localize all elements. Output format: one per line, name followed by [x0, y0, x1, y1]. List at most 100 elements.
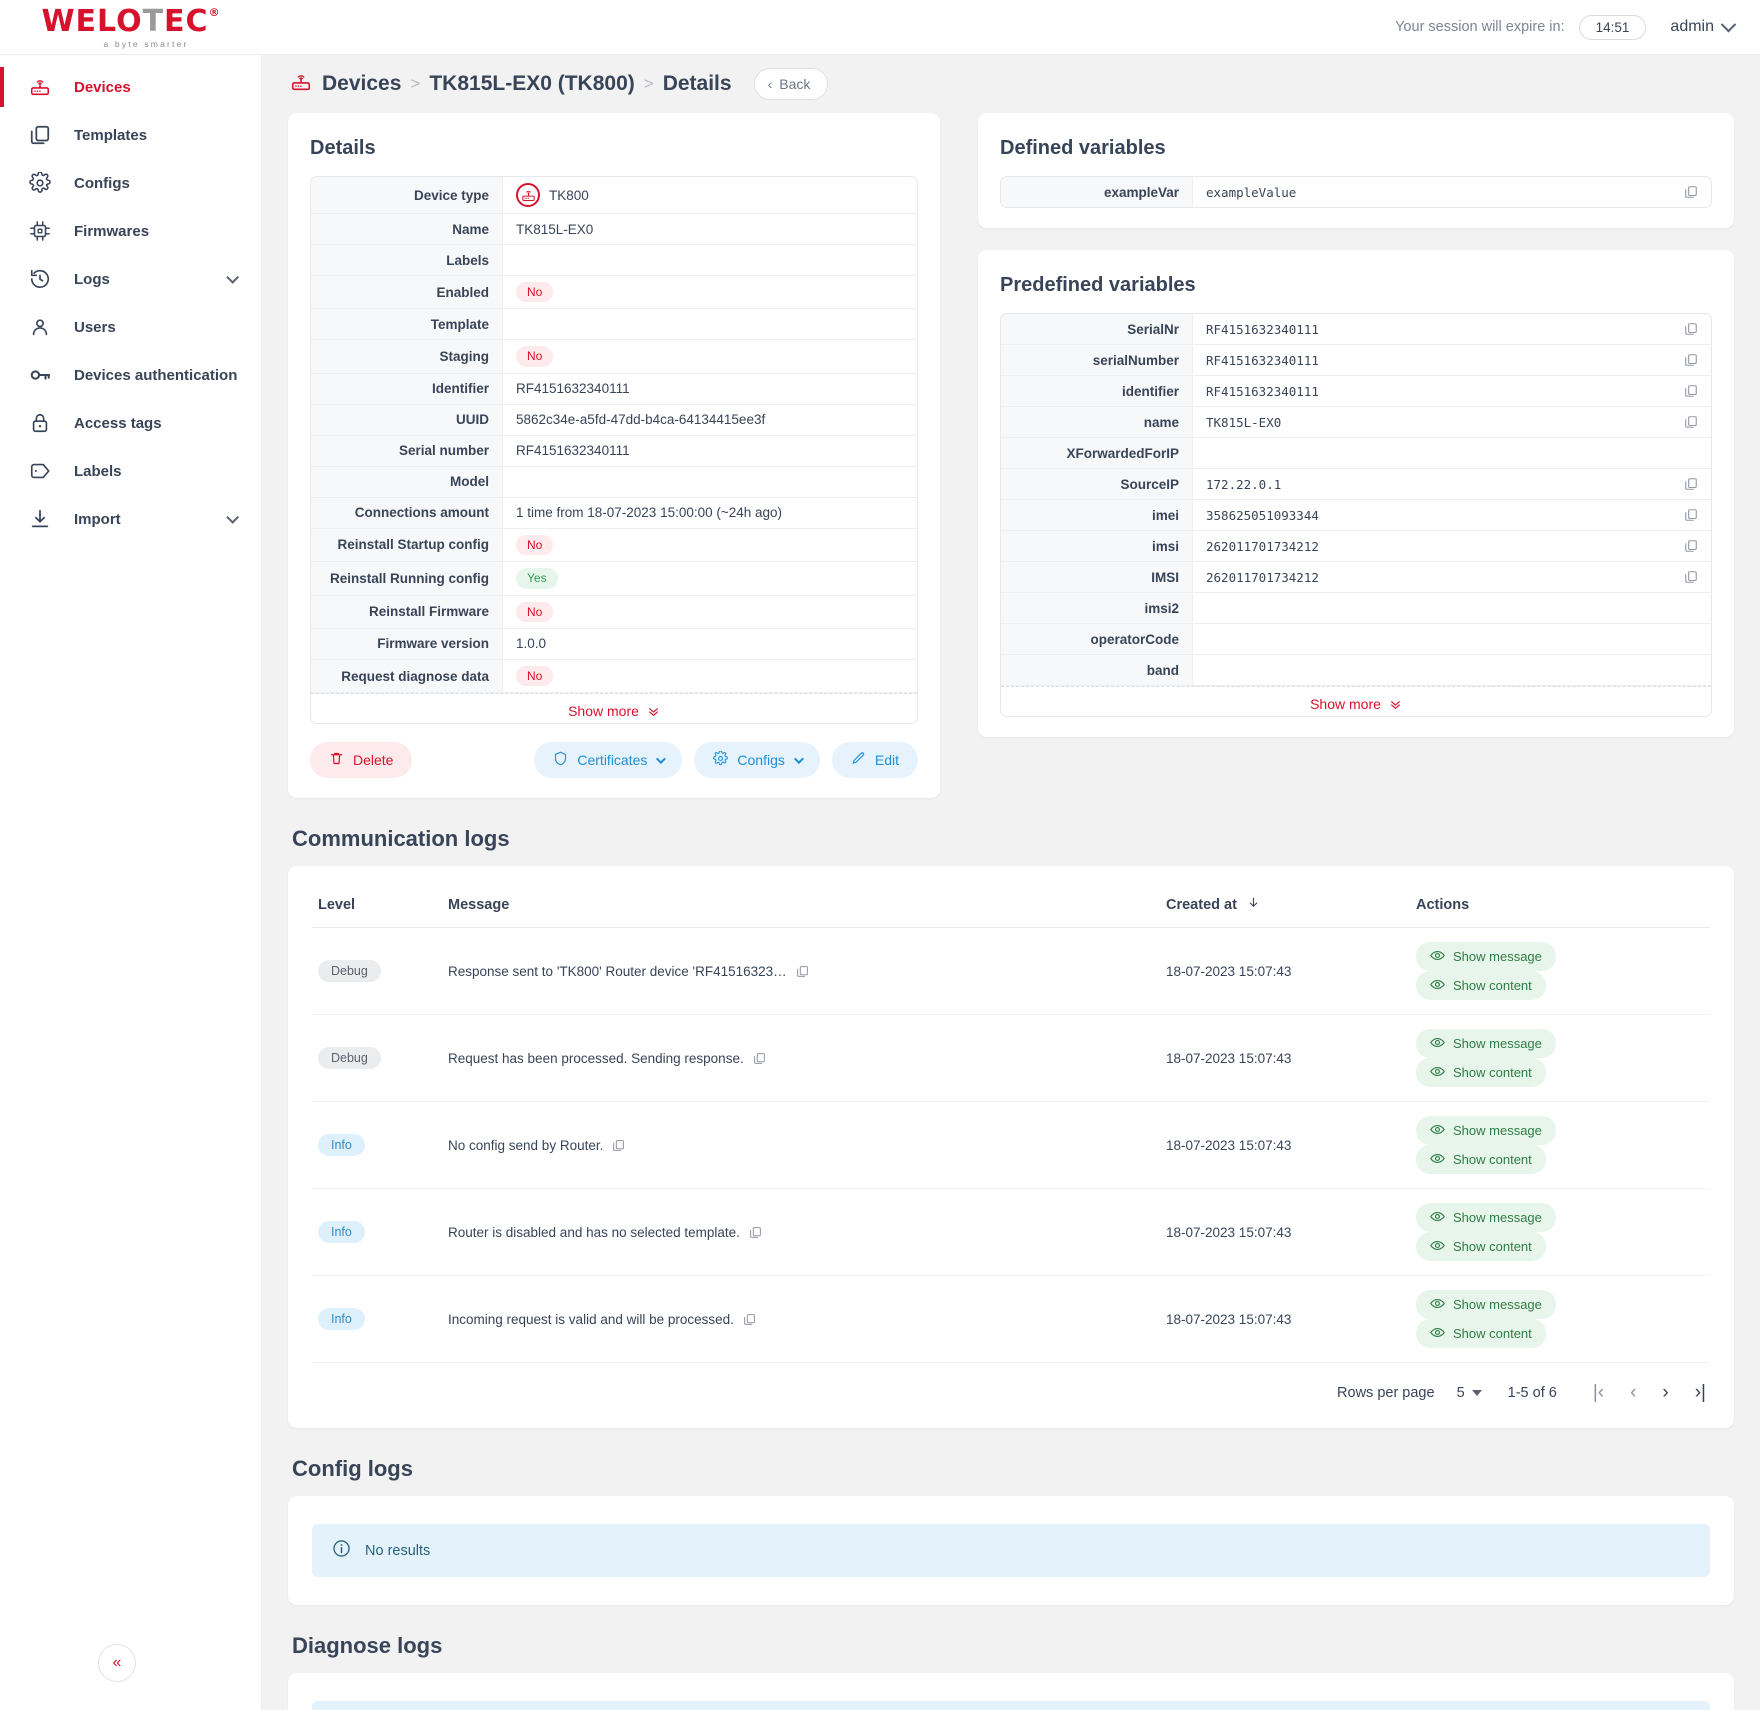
config-logs-empty-state: No results — [312, 1524, 1710, 1578]
edit-button[interactable]: Edit — [831, 742, 918, 779]
copy-icon[interactable] — [753, 1052, 766, 1065]
copy-icon[interactable] — [1684, 384, 1698, 398]
predefined-variables-card: Predefined variables SerialNr RF41516323… — [978, 250, 1734, 737]
table-row: name TK815L-EX0 — [1001, 407, 1711, 438]
prev-page-button[interactable]: ‹ — [1630, 1383, 1636, 1402]
user-menu[interactable]: admin — [1670, 16, 1737, 36]
row-key: Request diagnose data — [311, 659, 503, 693]
sidebar-item-access-tags[interactable]: Access tags — [0, 399, 261, 447]
copy-icon[interactable] — [796, 965, 809, 978]
row-value: RF4151632340111 — [516, 443, 630, 459]
sidebar-item-devices[interactable]: Devices — [0, 63, 261, 111]
show-message-button[interactable]: Show message — [1416, 1116, 1556, 1146]
log-actions-cell: Show message Show content — [1410, 927, 1710, 1016]
sidebar-item-devices-authentication[interactable]: Devices authentication — [0, 351, 261, 399]
copy-icon[interactable] — [749, 1226, 762, 1239]
show-content-button[interactable]: Show content — [1416, 1145, 1546, 1175]
table-row: XForwardedForIP — [1001, 438, 1711, 469]
copy-icon[interactable] — [1684, 570, 1698, 584]
eye-icon — [1430, 1123, 1445, 1138]
table-row: Info Router is disabled and has no selec… — [312, 1188, 1710, 1277]
details-card: Details Device type TK800 Name TK815L-EX… — [288, 113, 940, 799]
sidebar-item-labels[interactable]: Labels — [0, 447, 261, 495]
predefined-variables-show-more-button[interactable]: Show more — [1001, 686, 1711, 716]
log-message-text: Incoming request is valid and will be pr… — [448, 1311, 734, 1327]
empty-state-label: No results — [365, 1542, 431, 1559]
row-key: serialNumber — [1001, 345, 1193, 375]
certificates-button[interactable]: Certificates — [534, 742, 683, 779]
row-value: TK815L-EX0 — [516, 221, 594, 237]
status-badge: No — [516, 282, 554, 303]
sidebar-item-templates[interactable]: Templates — [0, 111, 261, 159]
tag-icon — [28, 459, 52, 483]
show-content-button[interactable]: Show content — [1416, 1058, 1546, 1088]
column-header-level: Level — [312, 888, 442, 929]
show-content-label: Show content — [1453, 978, 1532, 994]
row-key: imsi2 — [1001, 593, 1193, 623]
copy-icon[interactable] — [1684, 508, 1698, 522]
chevron-down-icon — [1720, 16, 1737, 32]
show-content-button[interactable]: Show content — [1416, 1319, 1546, 1349]
variable-value: 262011701734212 — [1206, 569, 1319, 585]
copy-icon[interactable] — [1684, 353, 1698, 367]
predefined-variables-title: Predefined variables — [1000, 274, 1196, 296]
show-message-label: Show message — [1453, 1297, 1542, 1313]
configs-button[interactable]: Configs — [694, 742, 820, 779]
predefined-variables-table: SerialNr RF4151632340111 serialNumber RF… — [1000, 313, 1712, 717]
sidebar-item-users[interactable]: Users — [0, 303, 261, 351]
breadcrumb-root[interactable]: Devices — [322, 72, 401, 96]
table-row: Info Incoming request is valid and will … — [312, 1275, 1710, 1364]
row-key: name — [1001, 407, 1193, 437]
table-row: Name TK815L-EX0 — [311, 214, 917, 245]
table-row: Staging No — [311, 340, 917, 374]
sidebar-item-firmwares[interactable]: Firmwares — [0, 207, 261, 255]
row-key: Connections amount — [311, 497, 503, 528]
pencil-icon — [851, 751, 866, 769]
log-actions-cell: Show message Show content — [1410, 1101, 1710, 1190]
back-button[interactable]: ‹ Back — [753, 68, 829, 100]
level-badge: Debug — [318, 1047, 381, 1070]
first-page-button[interactable]: |‹ — [1593, 1383, 1604, 1402]
show-message-button[interactable]: Show message — [1416, 942, 1556, 972]
row-value: RF4151632340111 — [516, 381, 630, 397]
shield-icon — [553, 751, 568, 769]
show-message-button[interactable]: Show message — [1416, 1203, 1556, 1233]
next-page-button[interactable]: › — [1662, 1383, 1668, 1402]
chevron-left-icon: ‹ — [767, 76, 773, 92]
variable-value: exampleValue — [1206, 184, 1297, 200]
copy-icon[interactable] — [1684, 539, 1698, 553]
variable-value: RF4151632340111 — [1206, 321, 1319, 337]
rows-per-page-select[interactable]: 5 — [1457, 1385, 1482, 1401]
copy-icon[interactable] — [1684, 477, 1698, 491]
copy-icon[interactable] — [612, 1139, 625, 1152]
column-header-created-at[interactable]: Created at — [1160, 888, 1410, 929]
last-page-button[interactable]: ›| — [1695, 1383, 1706, 1402]
copy-icon[interactable] — [1684, 415, 1698, 429]
variable-value: 262011701734212 — [1206, 538, 1319, 554]
table-row: Firmware version 1.0.0 — [311, 628, 917, 660]
show-message-button[interactable]: Show message — [1416, 1290, 1556, 1320]
copy-icon[interactable] — [1684, 322, 1698, 336]
copy-icon[interactable] — [743, 1313, 756, 1326]
table-row: Debug Request has been processed. Sendin… — [312, 1014, 1710, 1103]
table-row: identifier RF4151632340111 — [1001, 376, 1711, 407]
details-show-more-button[interactable]: Show more — [311, 693, 917, 723]
show-content-button[interactable]: Show content — [1416, 1232, 1546, 1262]
row-key: imsi — [1001, 531, 1193, 561]
show-content-button[interactable]: Show content — [1416, 971, 1546, 1001]
breadcrumb-trail: Devices > TK815L-EX0 (TK800) > Details — [322, 72, 732, 96]
sidebar-collapse-button[interactable]: « — [98, 1644, 136, 1682]
table-row: imei 358625051093344 — [1001, 500, 1711, 531]
sidebar-item-logs[interactable]: Logs — [0, 255, 261, 303]
sidebar-item-label: Configs — [74, 174, 130, 192]
table-row: band — [1001, 655, 1711, 686]
show-message-button[interactable]: Show message — [1416, 1029, 1556, 1059]
breadcrumb-device[interactable]: TK815L-EX0 (TK800) — [429, 72, 634, 96]
sidebar-item-import[interactable]: Import — [0, 495, 261, 543]
details-title: Details — [310, 137, 376, 159]
delete-button[interactable]: Delete — [310, 742, 413, 779]
log-message-cell: Incoming request is valid and will be pr… — [442, 1275, 1160, 1364]
brand-logo[interactable]: WELO T EC ® a byte smarter — [0, 5, 262, 50]
sidebar-item-configs[interactable]: Configs — [0, 159, 261, 207]
copy-icon[interactable] — [1684, 185, 1698, 199]
